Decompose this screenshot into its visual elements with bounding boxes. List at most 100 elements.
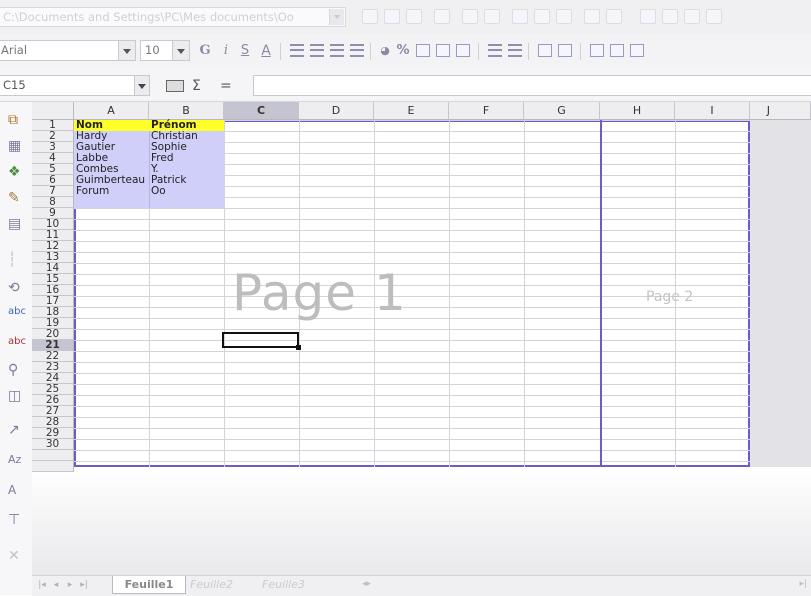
borders-icon[interactable] [538, 44, 552, 57]
column-gridline [449, 120, 450, 467]
page-1-label: Page 1 [232, 264, 407, 322]
navigator-icon[interactable] [662, 9, 678, 24]
column-header-d[interactable]: D [299, 102, 374, 120]
non-printing-area [32, 467, 811, 575]
italic-button[interactable]: i [220, 42, 232, 60]
column-header-h[interactable]: H [600, 102, 675, 120]
tab-feuille2[interactable]: Feuille2 [190, 576, 233, 594]
column-header-g[interactable]: G [524, 102, 600, 120]
form-controls-icon[interactable]: ▤ [8, 216, 21, 232]
datasource-icon[interactable]: ◫ [8, 388, 21, 404]
document-path-combo[interactable]: C:\Documents and Settings\PC\Mes documen… [0, 7, 346, 27]
insert-cells-icon[interactable]: ▦ [8, 138, 21, 154]
cell-b7[interactable]: Oo [151, 186, 166, 197]
increase-indent-icon[interactable] [508, 44, 522, 57]
spellcheck-icon[interactable]: abc [8, 304, 26, 320]
autocorrect-icon[interactable]: abc [8, 334, 26, 350]
show-draw-functions-icon[interactable]: ✎ [8, 190, 20, 206]
insert-chart-icon[interactable]: ✕ [8, 548, 20, 564]
row-header[interactable] [32, 461, 74, 472]
sort-icon[interactable]: ↗ [8, 422, 20, 438]
column-header-e[interactable]: E [374, 102, 449, 120]
email-icon[interactable] [434, 9, 450, 24]
align-left-icon[interactable] [290, 44, 304, 57]
select-all-corner[interactable] [32, 102, 74, 120]
tab-feuille1[interactable]: Feuille1 [112, 576, 186, 594]
save-icon[interactable] [406, 9, 422, 24]
tab-scroll-handle[interactable]: ◂▸ [362, 579, 374, 591]
undo-icon[interactable] [584, 9, 600, 24]
autospellcheck-icon[interactable]: ⟲ [8, 280, 20, 296]
page-break-line[interactable] [600, 120, 602, 467]
fill-handle[interactable] [296, 345, 301, 350]
open-icon[interactable] [384, 9, 400, 24]
toolbar-separator [370, 43, 371, 60]
cell-reference: C15 [3, 78, 26, 92]
previous-sheet-icon[interactable]: ◂ [50, 579, 62, 591]
next-sheet-icon[interactable]: ▸ [64, 579, 76, 591]
horizontal-scroll-right-icon[interactable]: ▸| [799, 579, 807, 589]
currency-format-icon[interactable]: ◕ [378, 42, 392, 60]
document-path: C:\Documents and Settings\PC\Mes documen… [3, 10, 294, 24]
redo-icon[interactable] [606, 9, 622, 24]
column-header-c[interactable]: C [224, 102, 299, 120]
first-sheet-icon[interactable]: |◂ [36, 579, 48, 591]
justify-icon[interactable] [350, 44, 364, 57]
column-header-f[interactable]: F [449, 102, 524, 120]
font-name-combo[interactable]: Arial [0, 40, 136, 61]
font-color-button[interactable]: A [258, 42, 274, 60]
background-color-icon[interactable] [558, 44, 572, 57]
copy-icon[interactable] [534, 9, 550, 24]
delete-decimal-icon[interactable] [456, 44, 470, 57]
row-header[interactable] [32, 450, 74, 461]
decrease-indent-icon[interactable] [488, 44, 502, 57]
last-sheet-icon[interactable]: ▸| [78, 579, 90, 591]
standard-format-icon[interactable] [416, 44, 430, 57]
datasources-icon[interactable] [706, 9, 722, 24]
find-replace-icon[interactable]: ⚲ [8, 362, 18, 378]
column-header-j[interactable]: J [750, 102, 811, 120]
align-top-icon[interactable] [590, 44, 604, 57]
function-wizard-icon[interactable] [166, 80, 184, 92]
edit-file-icon[interactable] [362, 9, 378, 24]
gallery-icon[interactable] [684, 9, 700, 24]
autofilter-icon[interactable]: ⊤ [8, 512, 20, 528]
bold-button[interactable]: G [198, 42, 212, 60]
name-box[interactable]: C15 [0, 75, 150, 96]
chevron-down-icon[interactable] [134, 76, 149, 95]
hyperlink-icon[interactable] [640, 9, 656, 24]
non-printing-area-right [750, 120, 811, 467]
insert-object-icon[interactable]: ❖ [8, 164, 21, 180]
toolbar-separator [280, 43, 281, 60]
function-button[interactable]: = [220, 78, 232, 94]
sort-ascending-icon[interactable]: Az [8, 452, 21, 468]
column-header-a[interactable]: A [74, 102, 149, 120]
font-size-combo[interactable]: 10 [140, 40, 190, 61]
column-header-b[interactable]: B [149, 102, 224, 120]
active-cell-cursor[interactable] [222, 332, 299, 348]
sum-button[interactable]: Σ [192, 78, 201, 94]
cell-a7[interactable]: Forum [76, 186, 109, 197]
edit-mode-icon[interactable]: ┆ [8, 252, 16, 268]
underline-button[interactable]: S [238, 42, 252, 60]
print-preview-icon[interactable] [484, 9, 500, 24]
paste-icon[interactable] [556, 9, 572, 24]
row-header[interactable]: 30 [32, 439, 74, 450]
cut-icon[interactable] [512, 9, 528, 24]
align-middle-icon[interactable] [610, 44, 624, 57]
chevron-down-icon[interactable] [329, 9, 344, 25]
chevron-down-icon[interactable] [172, 41, 189, 60]
print-icon[interactable] [462, 9, 478, 24]
column-header-i[interactable]: I [675, 102, 750, 120]
sort-descending-icon[interactable]: A [8, 482, 16, 498]
insert-icon[interactable]: ⧉ [8, 112, 18, 128]
spreadsheet-grid[interactable]: A B C D E F G H I J 1 2 3 4 5 6 7 8 9 10… [32, 102, 811, 575]
percent-format-button[interactable]: % [396, 42, 410, 60]
add-decimal-icon[interactable] [436, 44, 450, 57]
align-center-icon[interactable] [310, 44, 324, 57]
formula-input[interactable] [253, 75, 811, 96]
tab-feuille3[interactable]: Feuille3 [262, 576, 305, 594]
align-right-icon[interactable] [330, 44, 344, 57]
align-bottom-icon[interactable] [630, 44, 644, 57]
chevron-down-icon[interactable] [118, 41, 135, 60]
